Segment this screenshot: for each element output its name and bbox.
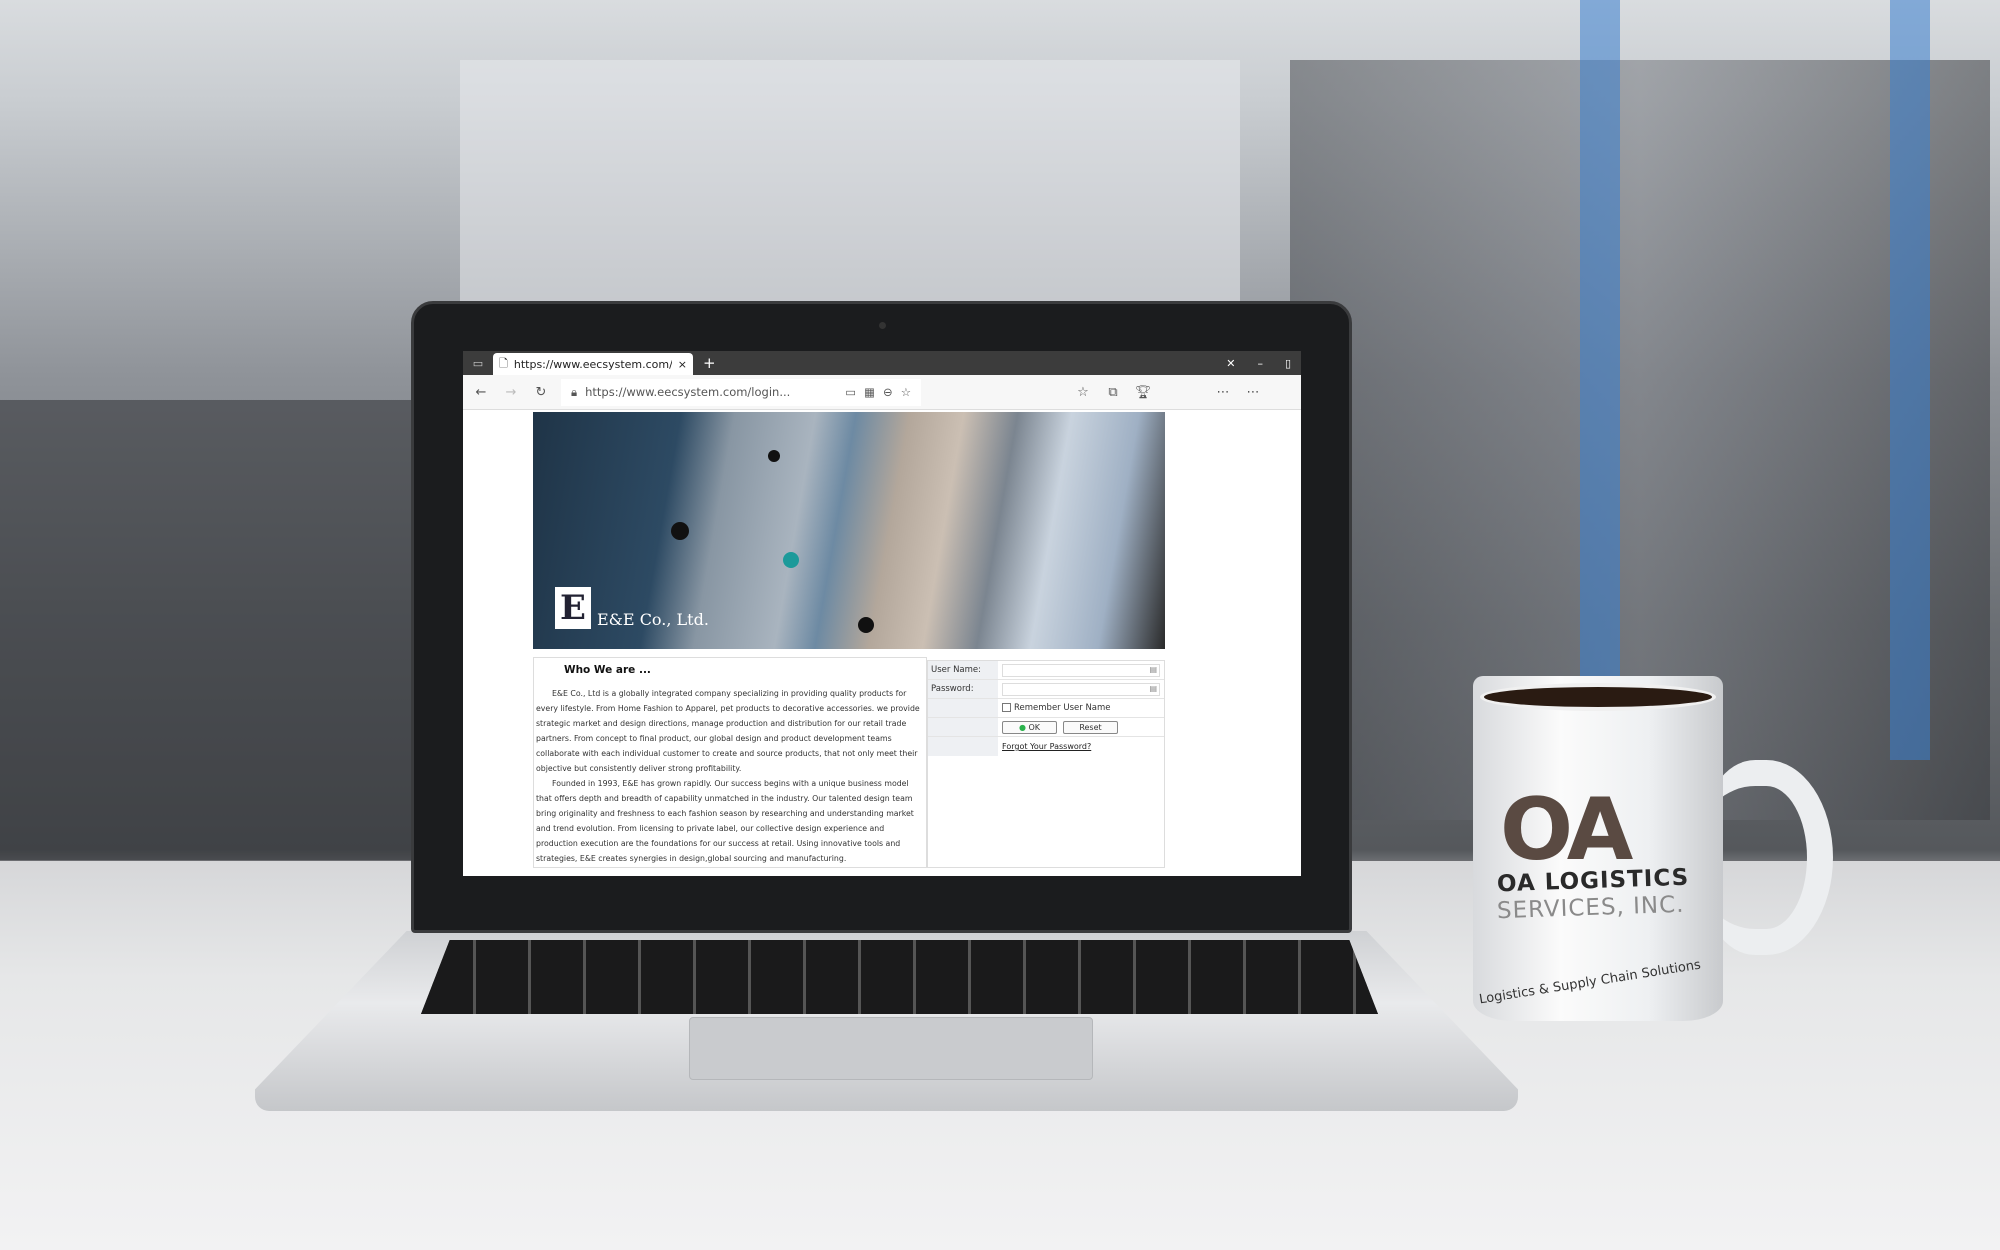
company-logo: E E&E Co., Ltd. xyxy=(555,587,709,629)
close-window-icon[interactable]: ✕ xyxy=(1226,357,1235,370)
page-icon: 🗋 xyxy=(499,356,508,370)
close-tab-icon[interactable]: × xyxy=(678,358,687,371)
laptop-screen: ▭ 🗋 https://www.eecsystem.com/login × + … xyxy=(463,351,1301,876)
keyboard-icon: ▤ xyxy=(1149,683,1157,693)
background-pillar xyxy=(1890,0,1930,760)
zoom-out-icon[interactable]: ⊖ xyxy=(883,385,893,399)
minimize-icon[interactable]: – xyxy=(1257,357,1263,370)
address-text: https://www.eecsystem.com/login... xyxy=(585,385,791,399)
keyboard-icon: ▤ xyxy=(1149,664,1157,674)
about-section: Who We are ... E&E Co., Ltd is a globall… xyxy=(533,657,927,868)
password-input[interactable]: ▤ xyxy=(1002,682,1160,696)
browser-tab[interactable]: 🗋 https://www.eecsystem.com/login × xyxy=(493,353,693,375)
browser-toolbar: ← → ↻ 🔒︎ https://www.eecsystem.com/login… xyxy=(463,375,1301,410)
browser-tab-bar: ▭ 🗋 https://www.eecsystem.com/login × + … xyxy=(463,351,1301,375)
mug-logo: OA xyxy=(1500,780,1633,880)
check-icon: ● xyxy=(1018,722,1026,732)
lock-icon: 🔒︎ xyxy=(571,384,578,399)
laptop-keyboard xyxy=(421,940,1378,1014)
logo-mark: E xyxy=(555,587,591,629)
username-label: User Name: xyxy=(928,661,998,679)
new-tab-button[interactable]: + xyxy=(703,354,716,372)
remember-checkbox[interactable] xyxy=(1002,703,1011,712)
background-pillar xyxy=(1580,0,1620,760)
password-label: Password: xyxy=(928,680,998,698)
tab-title: https://www.eecsystem.com/login xyxy=(513,357,672,371)
background-window xyxy=(460,60,1240,320)
settings-more-icon[interactable]: ⋯ xyxy=(1243,385,1263,400)
about-paragraph: Founded in 1993, E&E has grown rapidly. … xyxy=(536,779,914,863)
coffee xyxy=(1480,683,1716,711)
username-input[interactable]: ▤ xyxy=(1002,663,1160,677)
about-paragraph: E&E Co., Ltd is a globally integrated co… xyxy=(536,689,920,773)
reset-button[interactable]: Reset xyxy=(1063,720,1118,734)
about-heading: Who We are ... xyxy=(564,664,651,676)
background-desk-area xyxy=(0,400,420,860)
qr-icon[interactable]: ▦ xyxy=(864,385,875,399)
logo-text: E&E Co., Ltd. xyxy=(597,610,709,629)
rewards-icon[interactable]: 🏆︎ xyxy=(1133,385,1153,400)
add-favorite-icon[interactable]: ☆ xyxy=(901,385,911,399)
more-icon[interactable]: ⋯ xyxy=(1213,385,1233,400)
laptop-trackpad xyxy=(689,1017,1093,1080)
maximize-icon[interactable]: ▯ xyxy=(1285,357,1291,370)
favorites-icon[interactable]: ☆ xyxy=(1073,385,1093,400)
login-form: User Name: ▤ Password: ▤ Remember User Nam… xyxy=(927,660,1165,868)
address-bar[interactable]: 🔒︎ https://www.eecsystem.com/login... ▭ … xyxy=(561,378,921,406)
hero-banner: E E&E Co., Ltd. xyxy=(533,412,1165,649)
tab-actions-icon[interactable]: ▭ xyxy=(463,357,493,370)
ok-button[interactable]: ● OK xyxy=(1002,720,1057,734)
refresh-icon[interactable]: ↻ xyxy=(531,385,551,400)
back-icon[interactable]: ← xyxy=(471,385,491,400)
collections-icon[interactable]: ⧉ xyxy=(1103,385,1123,400)
webcam xyxy=(879,322,886,329)
remember-label: Remember User Name xyxy=(1014,703,1111,713)
reader-icon[interactable]: ▭ xyxy=(845,385,856,399)
forward-icon[interactable]: → xyxy=(501,385,521,400)
forgot-password-link[interactable]: Forgot Your Password? xyxy=(998,742,1091,751)
